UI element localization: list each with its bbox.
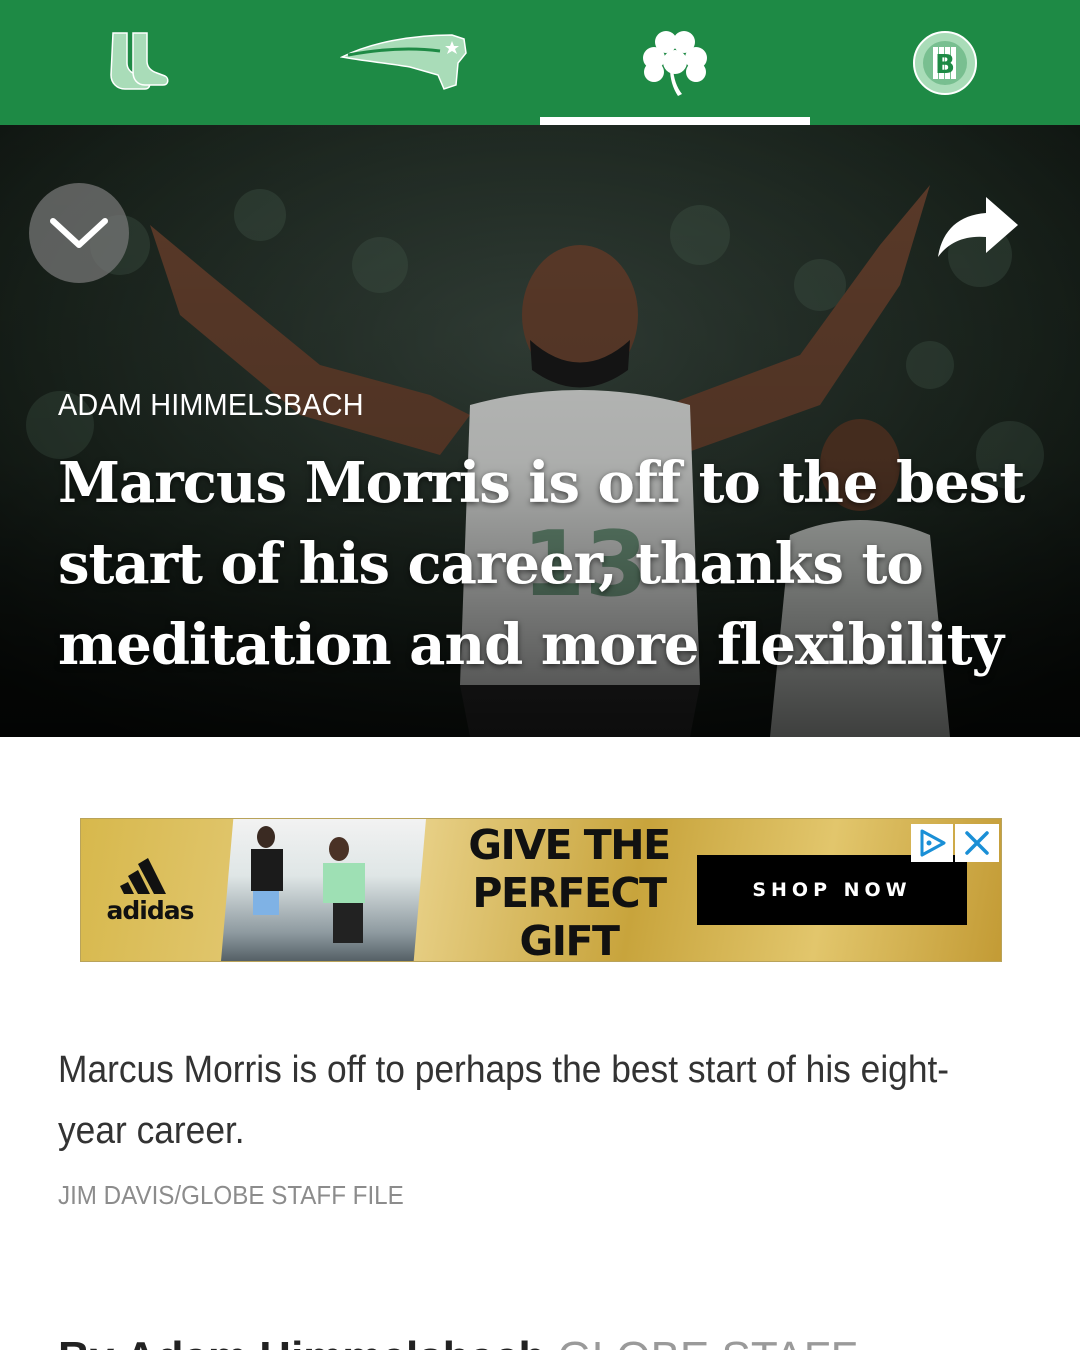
byline-staff: GLOBE STAFF: [558, 1333, 858, 1350]
active-tab-indicator: [540, 117, 810, 125]
tab-red-sox[interactable]: [0, 0, 270, 125]
ad-close-button[interactable]: [955, 824, 999, 862]
shamrock-icon: [643, 30, 707, 96]
adchoices-icon: [920, 829, 946, 857]
hero-section: 13 ADAM HIMMELSBACH Marcus Morris is off…: [0, 125, 1080, 737]
adchoices-button[interactable]: [911, 824, 953, 862]
article-byline: By Adam Himmelsbach GLOBE STAFF: [58, 1330, 858, 1350]
tab-patriots[interactable]: [270, 0, 540, 125]
tab-celtics[interactable]: [540, 0, 810, 125]
share-arrow-icon: [938, 197, 1018, 257]
photo-caption: Marcus Morris is off to perhaps the best…: [58, 1049, 950, 1152]
svg-text:B: B: [935, 50, 955, 80]
team-nav-bar: B: [0, 0, 1080, 125]
chevron-down-icon: [50, 218, 108, 248]
tab-bruins[interactable]: B: [810, 0, 1080, 125]
article-page: B ADAM HIMMELSBACH Marcus Morris is off …: [0, 0, 1080, 1350]
shop-now-button[interactable]: SHOP NOW: [697, 855, 967, 925]
collapse-button[interactable]: [29, 183, 129, 283]
adidas-stripes-icon: [120, 857, 166, 894]
ad-photo: [221, 819, 426, 961]
hero-author[interactable]: ADAM HIMMELSBACH: [58, 387, 364, 423]
photo-credit: JIM DAVIS/GLOBE STAFF FILE: [58, 1180, 404, 1210]
ad-headline: GIVE THE PERFECT GIFT: [468, 821, 671, 962]
byline-name[interactable]: By Adam Himmelsbach: [58, 1333, 545, 1350]
ad-banner[interactable]: adidas GIVE THE PERFECT GIFT SHOP NOW: [80, 818, 1002, 962]
share-button[interactable]: [930, 187, 1024, 267]
close-icon: [965, 831, 989, 855]
adidas-logo: adidas: [81, 819, 219, 961]
patriots-logo-icon: [340, 33, 467, 90]
ad-brand: adidas: [106, 895, 195, 925]
article-headline: Marcus Morris is off to the best start o…: [58, 450, 1025, 678]
bruins-b-logo-icon: B: [913, 30, 977, 95]
red-sox-socks-icon: [110, 31, 169, 90]
